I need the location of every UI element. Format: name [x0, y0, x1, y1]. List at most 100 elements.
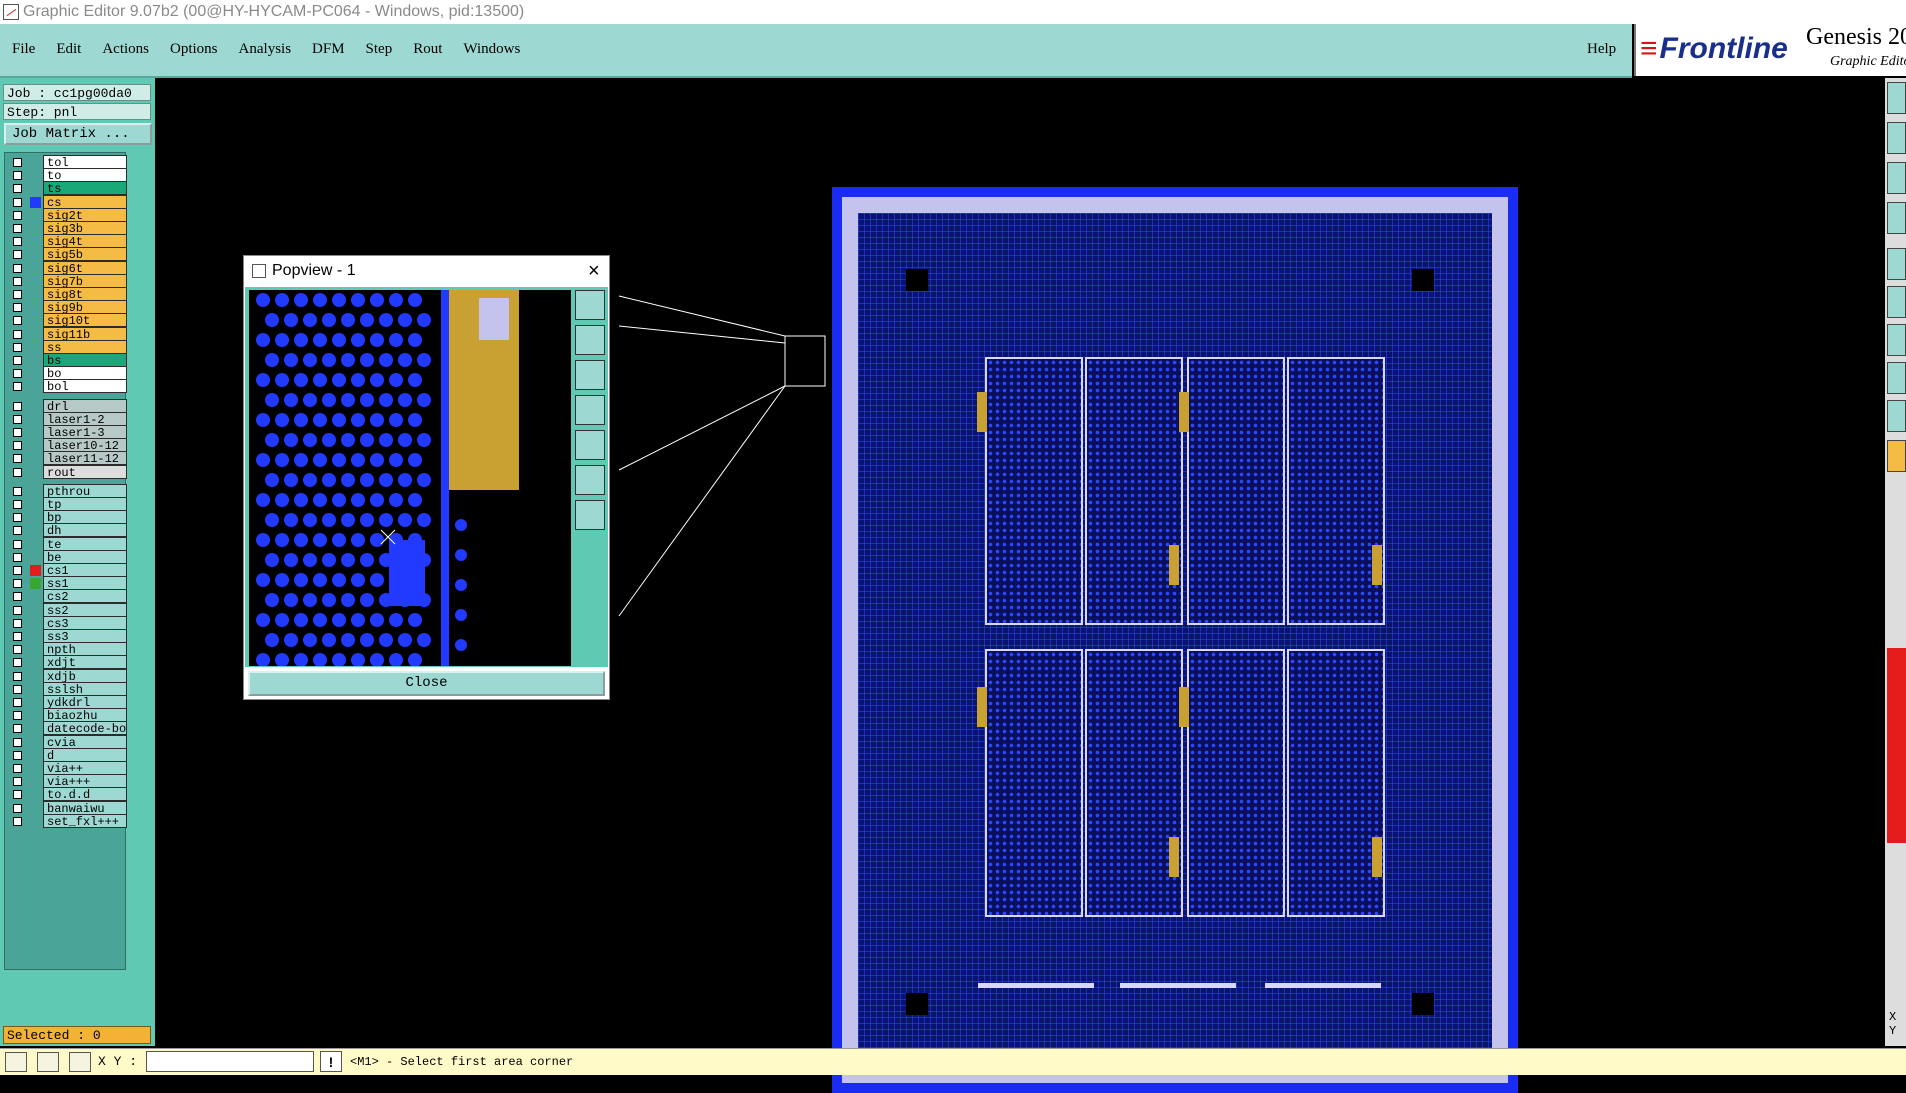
layer-checkbox[interactable]	[13, 618, 22, 628]
layer-checkbox[interactable]	[13, 290, 22, 299]
layer-row[interactable]: bol	[5, 379, 127, 394]
layer-checkbox[interactable]	[13, 579, 22, 589]
layer-checkbox[interactable]	[13, 263, 22, 273]
layer-checkbox[interactable]	[13, 237, 22, 247]
layer-checkbox[interactable]	[13, 777, 22, 787]
job-matrix-button[interactable]: Job Matrix ...	[4, 123, 152, 145]
popview-tool-button[interactable]	[575, 325, 605, 355]
via-pad	[284, 513, 298, 527]
via-pad	[370, 653, 384, 666]
layer-checkbox[interactable]	[13, 441, 22, 451]
popview-zoom-image[interactable]	[249, 290, 571, 666]
popview-tool-button[interactable]	[575, 465, 605, 495]
layer-checkbox[interactable]	[13, 552, 22, 562]
layer-row[interactable]: set_fxl+++	[5, 813, 127, 829]
layer-checkbox[interactable]	[13, 342, 22, 352]
menu-windows[interactable]: Windows	[463, 41, 520, 58]
close-icon[interactable]: ×	[588, 256, 600, 286]
menu-edit[interactable]: Edit	[56, 41, 81, 58]
layer-checkbox[interactable]	[13, 356, 22, 365]
menu-analysis[interactable]: Analysis	[239, 41, 292, 58]
layer-checkbox[interactable]	[13, 401, 22, 411]
layer-checkbox[interactable]	[13, 276, 22, 286]
tool-button[interactable]	[1887, 202, 1906, 234]
popview-tool-button[interactable]	[575, 290, 605, 320]
layer-checkbox[interactable]	[13, 671, 22, 681]
menu-step[interactable]: Step	[366, 41, 393, 58]
menu-actions[interactable]: Actions	[102, 41, 149, 58]
measure-tool-icon[interactable]	[37, 1052, 59, 1072]
menu-file[interactable]: File	[12, 41, 35, 58]
layer-checkbox[interactable]	[13, 592, 22, 602]
layer-checkbox[interactable]	[13, 500, 22, 509]
layer-checkbox[interactable]	[13, 764, 22, 773]
layer-checkbox[interactable]	[13, 750, 22, 760]
layer-checkbox[interactable]	[13, 250, 22, 260]
tool-button[interactable]	[1887, 324, 1906, 356]
layer-checkbox[interactable]	[13, 171, 22, 181]
layer-checkbox[interactable]	[13, 724, 22, 734]
layer-checkbox[interactable]	[13, 210, 22, 220]
grid-tool-icon[interactable]	[69, 1052, 91, 1072]
layer-name: to.d.d	[43, 787, 127, 802]
layer-checkbox[interactable]	[13, 684, 22, 694]
layer-checkbox[interactable]	[13, 224, 22, 233]
via-pad	[265, 353, 279, 367]
layer-checkbox[interactable]	[13, 711, 22, 721]
layer-checkbox[interactable]	[13, 566, 22, 575]
zoom-tool-icon[interactable]	[5, 1052, 27, 1072]
popview-tool-button[interactable]	[575, 430, 605, 460]
tool-button[interactable]	[1887, 362, 1906, 394]
layer-checkbox[interactable]	[13, 369, 22, 379]
tool-button[interactable]	[1887, 248, 1906, 280]
popview-title-bar[interactable]: Popview - 1 ×	[244, 256, 609, 286]
tool-button[interactable]	[1887, 122, 1906, 154]
layer-checkbox[interactable]	[13, 790, 22, 800]
layer-list[interactable]: tol to ts cs sig2t sig3b sig4t sig5b sig6t sig7b s…	[4, 152, 127, 970]
layer-checkbox[interactable]	[13, 632, 22, 641]
layer-checkbox[interactable]	[13, 486, 22, 496]
popview-close-button[interactable]: Close	[248, 671, 605, 696]
alert-button[interactable]: !	[320, 1051, 342, 1072]
tool-button-active[interactable]	[1887, 440, 1906, 472]
layer-checkbox[interactable]	[13, 658, 22, 668]
tool-button[interactable]	[1887, 400, 1906, 432]
layer-checkbox[interactable]	[13, 698, 22, 707]
layer-checkbox[interactable]	[13, 467, 22, 477]
layer-checkbox[interactable]	[13, 513, 22, 523]
layer-checkbox[interactable]	[13, 158, 22, 167]
via-pad	[284, 313, 298, 327]
layer-checkbox[interactable]	[13, 303, 22, 313]
layer-checkbox[interactable]	[13, 414, 22, 424]
cutout	[469, 490, 513, 666]
layer-checkbox[interactable]	[13, 526, 22, 536]
popview-tool-button[interactable]	[575, 360, 605, 390]
layer-checkbox[interactable]	[13, 184, 22, 194]
tool-button[interactable]	[1887, 162, 1906, 194]
layer-checkbox[interactable]	[13, 428, 22, 437]
via-pad	[360, 513, 374, 527]
via-pad	[370, 293, 384, 307]
layer-checkbox[interactable]	[13, 605, 22, 615]
tool-button[interactable]	[1887, 286, 1906, 318]
layer-checkbox[interactable]	[13, 454, 22, 464]
layer-checkbox[interactable]	[13, 197, 22, 207]
menu-help[interactable]: Help	[1587, 41, 1616, 58]
popview-tool-button[interactable]	[575, 500, 605, 530]
layer-checkbox[interactable]	[13, 382, 22, 392]
popview-tool-button[interactable]	[575, 395, 605, 425]
xy-input[interactable]	[146, 1051, 314, 1072]
layer-checkbox[interactable]	[13, 316, 22, 326]
layer-checkbox[interactable]	[13, 329, 22, 339]
layer-checkbox[interactable]	[13, 803, 22, 813]
layer-row[interactable]: rout	[5, 464, 127, 480]
layer-checkbox[interactable]	[13, 645, 22, 655]
layer-checkbox[interactable]	[13, 737, 22, 747]
layer-checkbox[interactable]	[13, 539, 22, 549]
layer-checkbox[interactable]	[13, 816, 22, 826]
menu-options[interactable]: Options	[170, 41, 218, 58]
tool-button[interactable]	[1887, 82, 1906, 114]
menu-rout[interactable]: Rout	[413, 41, 442, 58]
layer-name: bol	[43, 379, 127, 394]
menu-dfm[interactable]: DFM	[312, 41, 345, 58]
